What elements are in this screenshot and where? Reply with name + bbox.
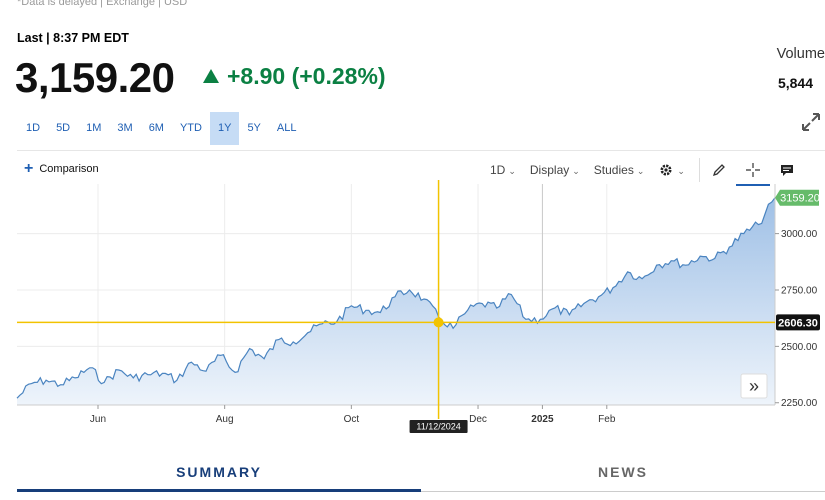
range-1d[interactable]: 1D [18, 112, 48, 145]
chevron-down-icon: ⌄ [572, 166, 580, 176]
volume-value: 5,844 [777, 75, 813, 91]
gear-icon [660, 164, 672, 176]
draw-tool-button[interactable] [708, 159, 730, 181]
comment-icon [780, 165, 793, 176]
plus-icon: + [24, 160, 34, 177]
range-5y[interactable]: 5Y [239, 112, 268, 145]
range-1y[interactable]: 1Y [209, 112, 240, 145]
crosshair-tool-button[interactable] [735, 159, 770, 186]
y-tick-label: 2500.00 [781, 342, 818, 353]
x-axis-ticks: Jun Aug Oct Dec 2025 Feb [90, 405, 616, 425]
crosshair-price-label: 2606.30 [778, 317, 818, 329]
comparison-button[interactable]: + Comparison [24, 160, 99, 177]
last-trade-time: Last | 8:37 PM EDT [17, 31, 129, 45]
price-chart[interactable]: Jun Aug Oct Dec 2025 Feb 3000.00 2750.00 2500.0… [0, 180, 825, 438]
chevron-down-icon: ⌄ [677, 166, 685, 176]
chart-toolbar: 1D ⌄ Display ⌄ Studies ⌄ ⌄ [490, 158, 810, 186]
y-tick-label: 3000.00 [781, 229, 818, 240]
crosshair-date-badge: 11/12/2024 [409, 420, 468, 433]
expand-icon[interactable] [799, 110, 823, 134]
range-all[interactable]: ALL [269, 112, 305, 145]
double-chevron-right-icon: » [749, 376, 759, 396]
chevron-down-icon: ⌄ [636, 166, 645, 176]
x-tick-label: 2025 [531, 414, 554, 425]
chevron-down-icon: ⌄ [508, 166, 516, 176]
range-ytd[interactable]: YTD [172, 112, 210, 145]
comment-tool-button[interactable] [776, 159, 798, 181]
studies-dropdown[interactable]: Studies ⌄ [594, 163, 645, 177]
y-tick-label: 2250.00 [781, 398, 818, 409]
x-tick-label: Oct [344, 414, 360, 425]
crosshair-icon [745, 163, 760, 177]
x-tick-label: Feb [598, 414, 616, 425]
tab-summary[interactable]: SUMMARY [17, 458, 421, 492]
up-triangle-icon [203, 68, 219, 83]
settings-dropdown[interactable]: ⌄ [658, 162, 685, 178]
interval-dropdown[interactable]: 1D ⌄ [490, 163, 516, 177]
scroll-to-latest-button[interactable]: » [740, 373, 768, 399]
time-range-selector: 1D 5D 1M 3M 6M YTD 1Y 5Y ALL [18, 112, 304, 145]
volume-label: Volume [776, 46, 825, 62]
crosshair-date-label: 11/12/2024 [416, 422, 460, 432]
crosshair-price-badge: 2606.30 [776, 314, 820, 331]
range-3m[interactable]: 3M [109, 112, 140, 145]
data-delay-note: *Data is delayed | Exchange | USD [17, 0, 188, 8]
last-price-label: 3159.20 [780, 193, 820, 205]
header-divider [17, 150, 825, 151]
last-price-badge: 3159.20 [775, 189, 820, 206]
studies-label: Studies [593, 163, 634, 177]
y-tick-label: 2750.00 [781, 285, 818, 296]
last-price: 3,159.20 [15, 54, 175, 101]
price-change: +8.90 (+0.28%) [203, 63, 386, 90]
x-tick-label: Aug [216, 414, 234, 425]
range-1m[interactable]: 1M [78, 112, 109, 145]
pencil-icon [712, 164, 725, 177]
price-change-value: +8.90 (+0.28%) [227, 63, 386, 89]
display-dropdown[interactable]: Display ⌄ [530, 163, 580, 177]
interval-label: 1D [490, 163, 506, 177]
x-tick-label: Jun [90, 414, 106, 425]
comparison-label: Comparison [39, 163, 99, 175]
toolbar-separator [698, 158, 700, 182]
range-5d[interactable]: 5D [48, 112, 78, 145]
tab-news[interactable]: NEWS [421, 458, 825, 492]
range-6m[interactable]: 6M [141, 112, 172, 145]
crosshair-point [433, 317, 444, 328]
display-label: Display [529, 163, 570, 177]
content-tabs: SUMMARY NEWS [17, 458, 825, 492]
x-tick-label: Dec [469, 414, 487, 425]
